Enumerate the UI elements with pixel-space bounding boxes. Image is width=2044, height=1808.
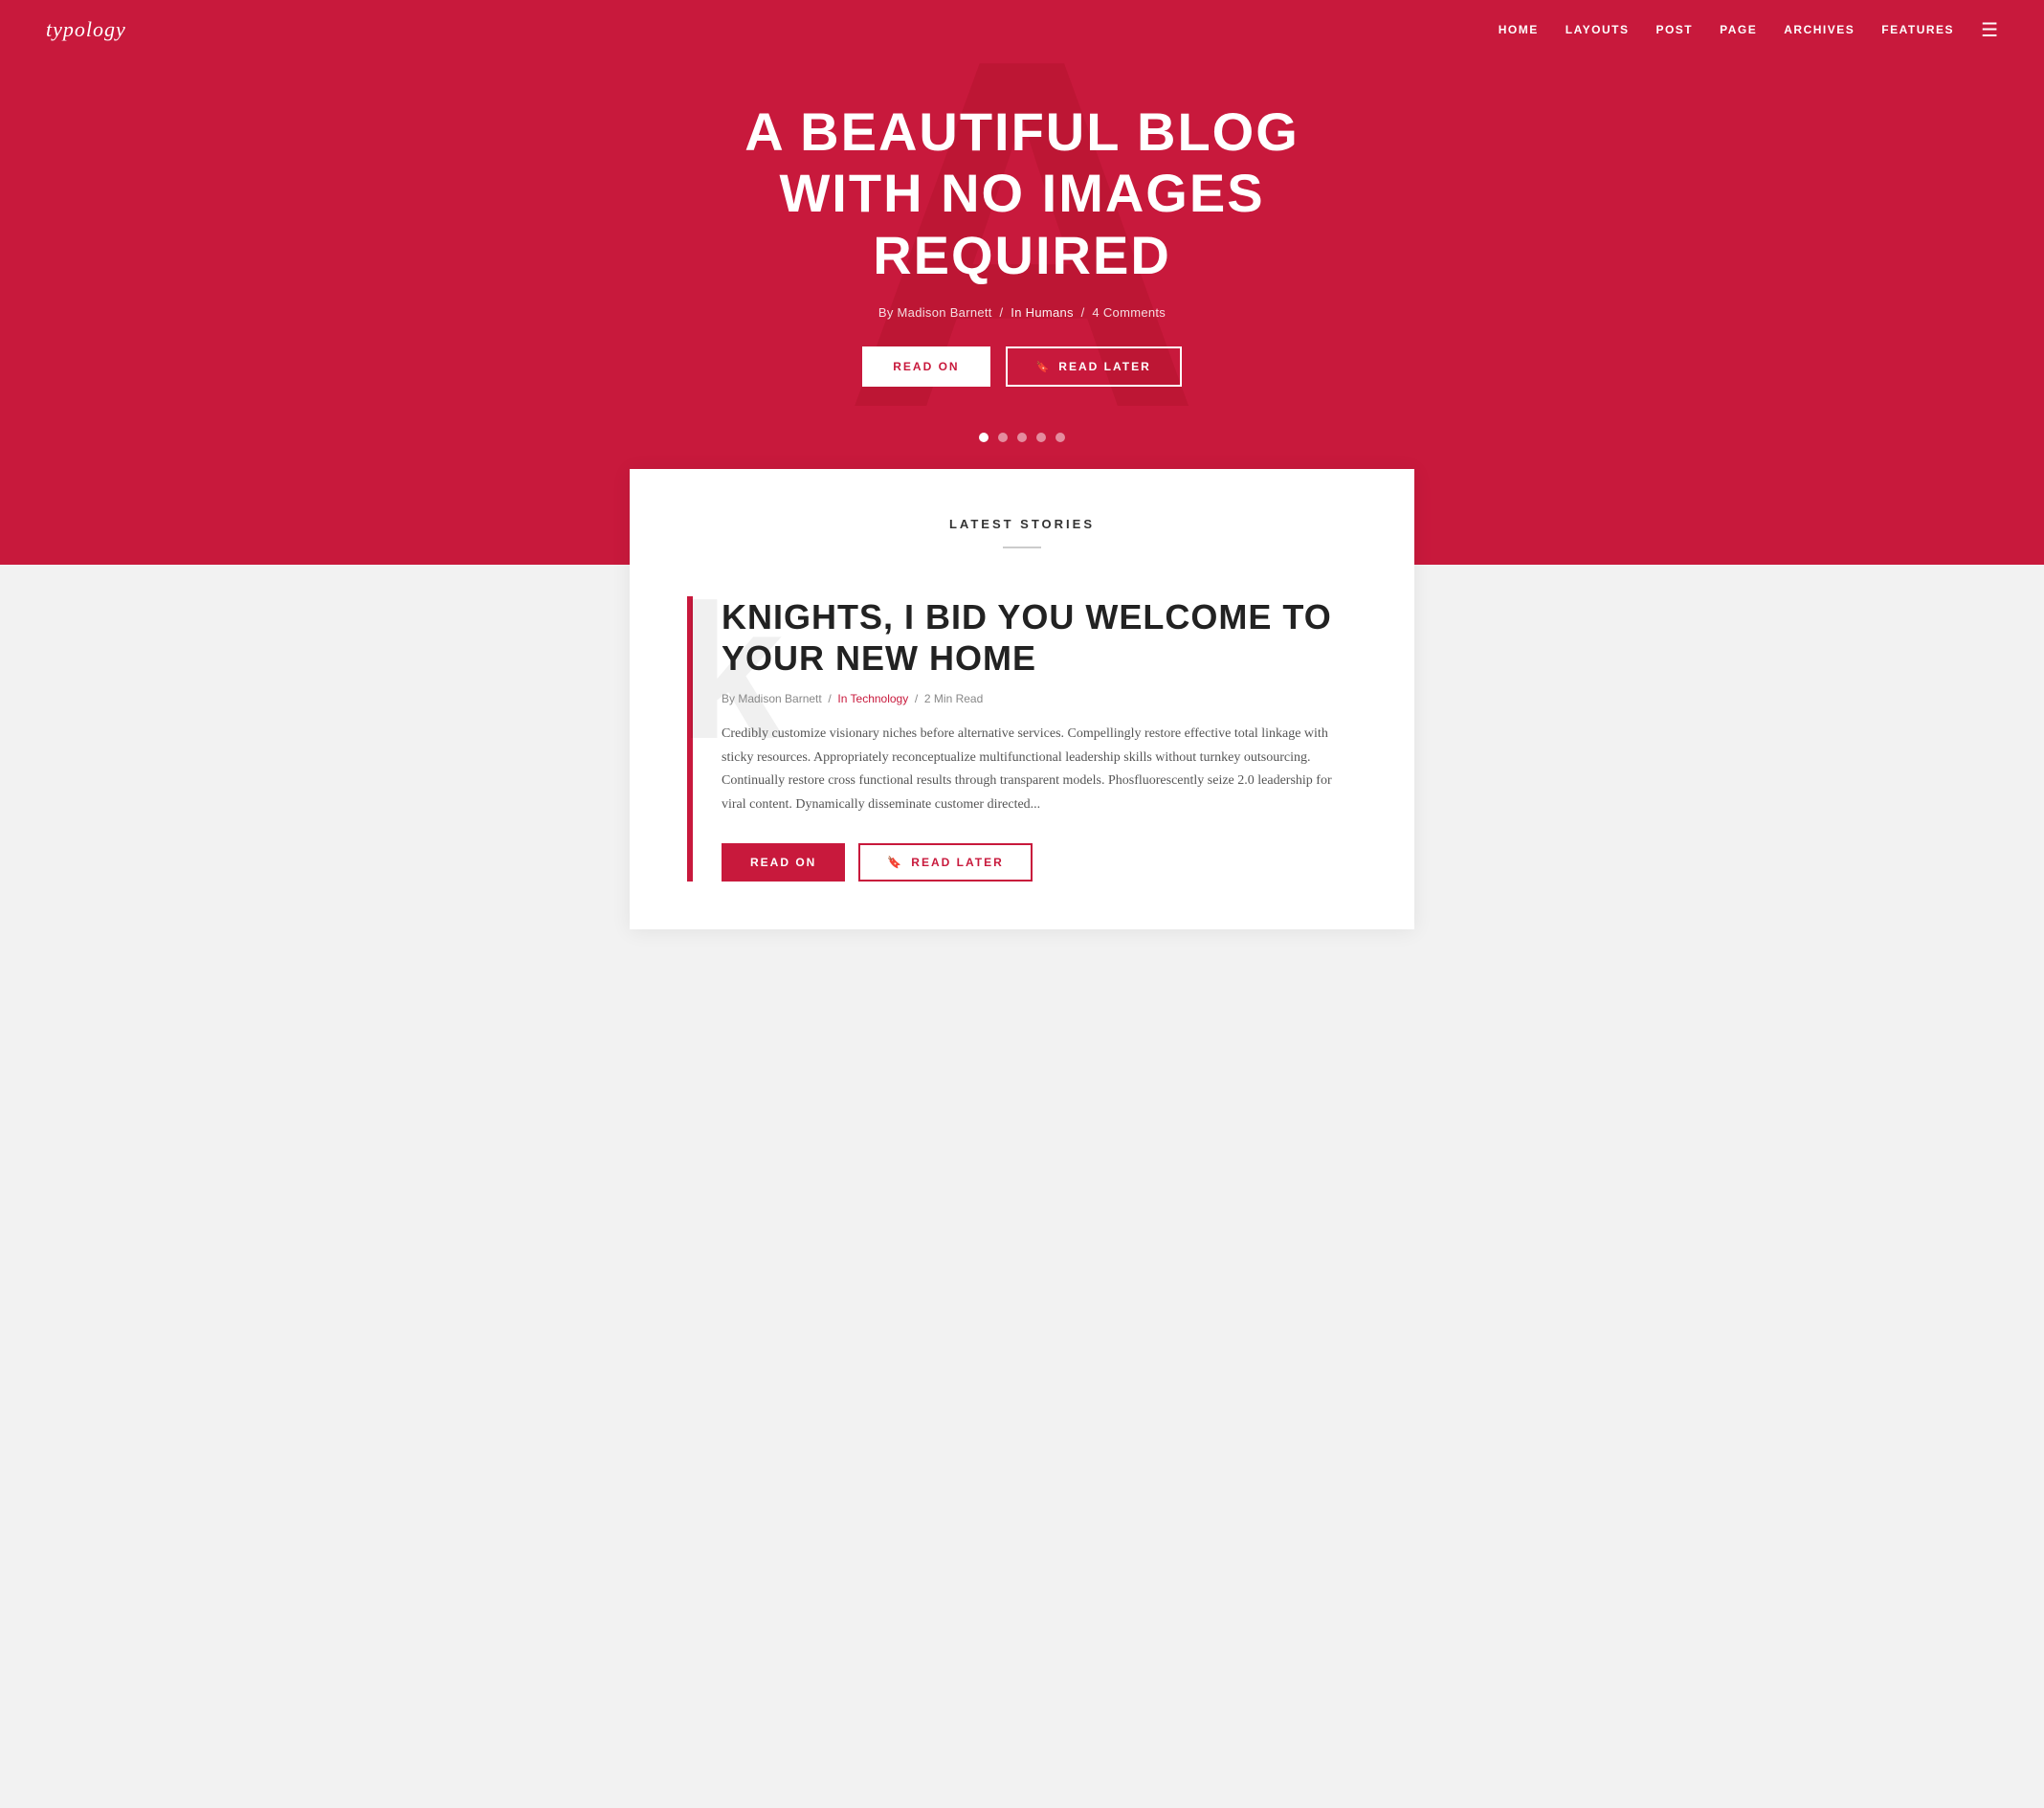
article-actions: READ ON 🔖 READ LATER <box>722 843 1357 882</box>
article-meta-by: By Madison Barnett <box>722 692 822 705</box>
main-nav: typology HOME LAYOUTS POST PAGE ARCHIVES… <box>0 0 2044 59</box>
dot-5[interactable] <box>1055 433 1065 442</box>
article-read-later-button[interactable]: 🔖 READ LATER <box>858 843 1032 882</box>
hero-meta-by: By Madison Barnett <box>878 305 992 320</box>
section-title: LATEST STORIES <box>687 517 1357 531</box>
hero-title: A BEAUTIFUL BLOG WITH NO IMAGES REQUIRED <box>678 101 1366 286</box>
hero-section: A A BEAUTIFUL BLOG WITH NO IMAGES REQUIR… <box>0 0 2044 469</box>
dot-3[interactable] <box>1017 433 1027 442</box>
hero-meta-comments: 4 Comments <box>1092 305 1166 320</box>
article-excerpt: Credibly customize visionary niches befo… <box>722 723 1357 816</box>
hero-read-later-button[interactable]: READ LATER <box>1006 346 1182 387</box>
article-bookmark-icon: 🔖 <box>887 856 903 869</box>
nav-layouts[interactable]: LAYOUTS <box>1566 23 1630 36</box>
latest-stories-card: LATEST STORIES k KNIGHTS, I BID YOU WELC… <box>630 469 1414 929</box>
article-read-on-button[interactable]: READ ON <box>722 843 845 882</box>
article-meta-read: 2 Min Read <box>924 692 983 705</box>
dot-4[interactable] <box>1036 433 1046 442</box>
nav-archives[interactable]: ARCHIVES <box>1784 23 1855 36</box>
bookmark-icon <box>1036 360 1052 373</box>
nav-links: HOME LAYOUTS POST PAGE ARCHIVES FEATURES… <box>1499 18 1998 42</box>
hero-read-on-button[interactable]: READ ON <box>862 346 989 387</box>
article-meta-category[interactable]: In Technology <box>837 692 908 705</box>
dot-1[interactable] <box>979 433 989 442</box>
hero-buttons: READ ON READ LATER <box>678 346 1366 387</box>
latest-stories-section: LATEST STORIES k KNIGHTS, I BID YOU WELC… <box>687 517 1357 882</box>
hamburger-icon[interactable]: ☰ <box>1981 18 1998 42</box>
article-title: KNIGHTS, I BID YOU WELCOME TO YOUR NEW H… <box>722 596 1357 679</box>
article-card: k KNIGHTS, I BID YOU WELCOME TO YOUR NEW… <box>687 596 1357 882</box>
hero-content: A BEAUTIFUL BLOG WITH NO IMAGES REQUIRED… <box>678 101 1366 387</box>
section-divider <box>1003 547 1041 548</box>
article-left-bar <box>687 596 693 882</box>
article-meta: By Madison Barnett / In Technology / 2 M… <box>722 692 1357 705</box>
hero-dots <box>979 433 1065 442</box>
nav-page[interactable]: PAGE <box>1720 23 1757 36</box>
dot-2[interactable] <box>998 433 1008 442</box>
nav-features[interactable]: FEATURES <box>1881 23 1954 36</box>
hero-meta-category[interactable]: In Humans <box>1011 305 1074 320</box>
hero-meta: By Madison Barnett / In Humans / 4 Comme… <box>678 305 1366 320</box>
logo[interactable]: typology <box>46 17 126 42</box>
article-body: KNIGHTS, I BID YOU WELCOME TO YOUR NEW H… <box>722 596 1357 882</box>
nav-post[interactable]: POST <box>1655 23 1693 36</box>
nav-home[interactable]: HOME <box>1499 23 1539 36</box>
